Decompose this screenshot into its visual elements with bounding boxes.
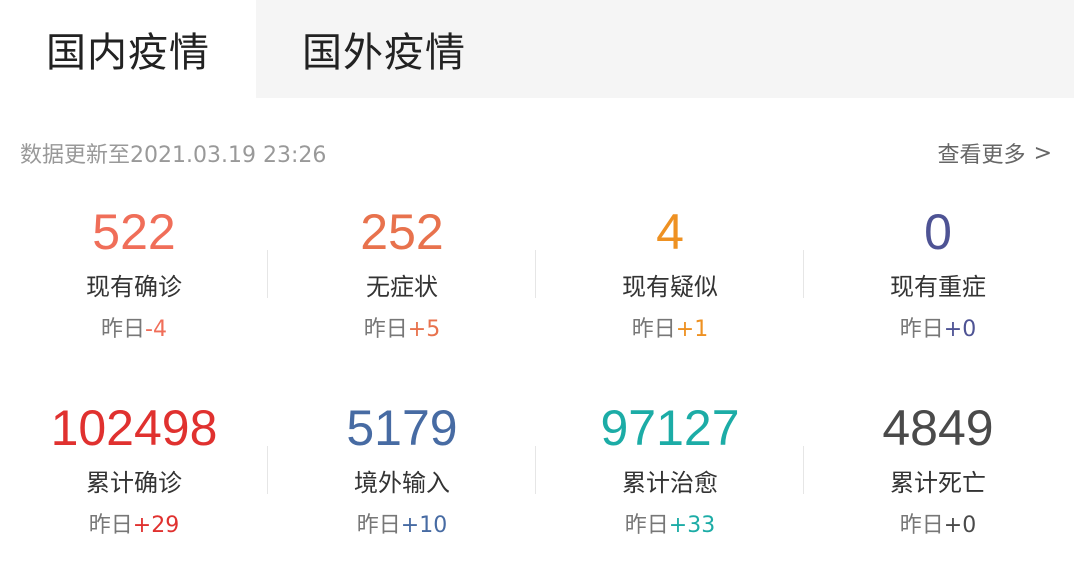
stat-delta: 昨日+0 [804, 314, 1072, 346]
stat-suspected: 4 现有疑似 昨日+1 [536, 196, 804, 392]
yesterday-label: 昨日 [356, 513, 401, 538]
yesterday-label: 昨日 [88, 513, 133, 538]
stat-current-confirmed: 522 现有确诊 昨日-4 [0, 196, 268, 392]
stat-label: 现有重症 [890, 273, 986, 301]
yesterday-label: 昨日 [363, 317, 408, 342]
yesterday-label: 昨日 [101, 317, 146, 342]
delta-value: +1 [675, 317, 709, 342]
stat-value: 5179 [346, 400, 458, 456]
stat-label: 现有疑似 [622, 273, 718, 301]
stat-value: 102498 [50, 400, 218, 456]
stat-delta: 昨日+0 [804, 510, 1072, 542]
stat-delta: 昨日+1 [536, 314, 804, 346]
delta-value: +29 [132, 513, 180, 538]
stat-value: 4849 [882, 400, 994, 456]
view-more-label: 查看更多 [937, 143, 1026, 168]
stats-grid: 522 现有确诊 昨日-4 252 无症状 昨日+5 4 现有疑似 昨日+1 0… [0, 196, 1074, 588]
stat-label: 现有确诊 [86, 273, 182, 301]
stat-total-confirmed: 102498 累计确诊 昨日+29 [0, 392, 268, 588]
yesterday-label: 昨日 [899, 513, 944, 538]
stat-delta: 昨日-4 [0, 314, 268, 346]
stat-value: 4 [656, 204, 684, 260]
stat-total-recovered: 97127 累计治愈 昨日+33 [536, 392, 804, 588]
yesterday-label: 昨日 [624, 513, 669, 538]
stat-label: 累计确诊 [86, 469, 182, 497]
yesterday-label: 昨日 [631, 317, 676, 342]
delta-value: +33 [668, 513, 716, 538]
stat-total-deaths: 4849 累计死亡 昨日+0 [804, 392, 1072, 588]
stat-delta: 昨日+29 [0, 510, 268, 542]
stat-label: 无症状 [366, 273, 438, 301]
chevron-right-icon: > [1033, 140, 1052, 166]
delta-value: +0 [943, 513, 977, 538]
stat-label: 境外输入 [354, 469, 450, 497]
stat-value: 0 [924, 204, 952, 260]
delta-value: -4 [145, 317, 167, 342]
tab-overseas[interactable]: 国外疫情 [256, 0, 512, 98]
stat-value: 522 [92, 204, 176, 260]
stat-delta: 昨日+33 [536, 510, 804, 542]
stats-row-cumulative: 102498 累计确诊 昨日+29 5179 境外输入 昨日+10 97127 … [0, 392, 1074, 588]
stat-value: 97127 [600, 400, 740, 456]
delta-value: +0 [943, 317, 977, 342]
stat-imported: 5179 境外输入 昨日+10 [268, 392, 536, 588]
stat-severe: 0 现有重症 昨日+0 [804, 196, 1072, 392]
stat-label: 累计死亡 [890, 469, 986, 497]
delta-value: +5 [407, 317, 441, 342]
stats-row-current: 522 现有确诊 昨日-4 252 无症状 昨日+5 4 现有疑似 昨日+1 0… [0, 196, 1074, 392]
stat-delta: 昨日+10 [268, 510, 536, 542]
view-more-link[interactable]: 查看更多 > [938, 137, 1052, 169]
update-timestamp: 数据更新至2021.03.19 23:26 [20, 143, 327, 168]
stat-label: 累计治愈 [622, 469, 718, 497]
stat-delta: 昨日+5 [268, 314, 536, 346]
yesterday-label: 昨日 [899, 317, 944, 342]
stat-value: 252 [360, 204, 444, 260]
tab-domestic[interactable]: 国内疫情 [0, 0, 256, 98]
info-bar: 数据更新至2021.03.19 23:26 查看更多 > [20, 136, 1052, 170]
stat-asymptomatic: 252 无症状 昨日+5 [268, 196, 536, 392]
region-tabs: 国内疫情 国外疫情 [0, 0, 1074, 98]
delta-value: +10 [400, 513, 448, 538]
